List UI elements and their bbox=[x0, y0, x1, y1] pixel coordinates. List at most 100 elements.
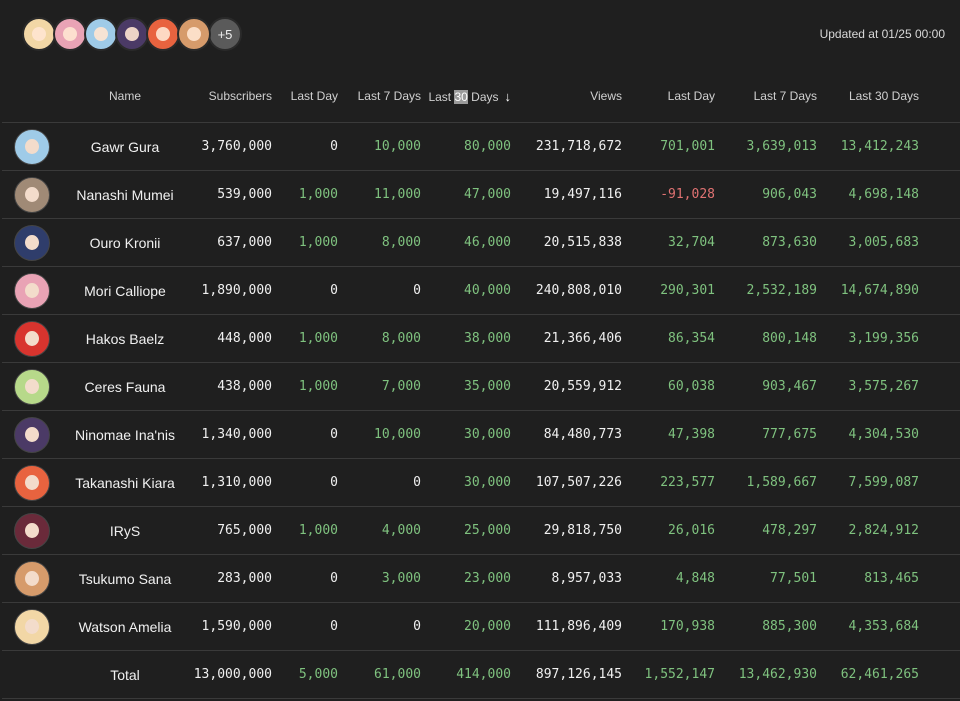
avatar[interactable] bbox=[177, 17, 211, 51]
view-last-7-days: 77,501 bbox=[715, 554, 817, 603]
avatar[interactable] bbox=[14, 560, 50, 597]
member-name[interactable]: Watson Amelia bbox=[62, 602, 188, 651]
avatar[interactable] bbox=[14, 272, 50, 309]
table-row[interactable]: Tsukumo Sana 283,000 0 3,000 23,000 8,957,033… bbox=[2, 554, 960, 603]
header-text: Days bbox=[467, 89, 499, 104]
total-subscribers: 13,000,000 bbox=[188, 650, 272, 699]
column-header-view-last-day[interactable]: Last Day bbox=[622, 70, 715, 123]
sub-last-30-days: 30,000 bbox=[421, 410, 511, 459]
member-name[interactable]: Mori Calliope bbox=[62, 266, 188, 315]
avatar-cell bbox=[2, 218, 62, 267]
member-name[interactable]: Ouro Kronii bbox=[62, 218, 188, 267]
member-name[interactable]: Tsukumo Sana bbox=[62, 554, 188, 603]
avatar[interactable] bbox=[14, 176, 50, 213]
view-last-30-days: 14,674,890 bbox=[817, 266, 919, 315]
view-last-7-days: 903,467 bbox=[715, 362, 817, 411]
member-name[interactable]: IRyS bbox=[62, 506, 188, 555]
view-last-7-days: 777,675 bbox=[715, 410, 817, 459]
avatar[interactable] bbox=[14, 224, 50, 261]
member-name[interactable]: Takanashi Kiara bbox=[62, 458, 188, 507]
column-header-sub-last-7-days[interactable]: Last 7 Days bbox=[338, 70, 421, 123]
views: 20,559,912 bbox=[511, 362, 622, 411]
subscribers: 283,000 bbox=[188, 554, 272, 603]
sub-last-30-days: 35,000 bbox=[421, 362, 511, 411]
avatar[interactable] bbox=[14, 128, 50, 165]
table-row[interactable]: Watson Amelia 1,590,000 0 0 20,000 111,896,40… bbox=[2, 602, 960, 651]
total-sub-last-day: 5,000 bbox=[272, 650, 338, 699]
member-name[interactable]: Hakos Baelz bbox=[62, 314, 188, 363]
total-row: Total 13,000,000 5,000 61,000 414,000 89… bbox=[2, 650, 960, 699]
table-row[interactable]: Mori Calliope 1,890,000 0 0 40,000 240,808,01… bbox=[2, 266, 960, 315]
table-header-row: Name Subscribers Last Day Last 7 Days La… bbox=[2, 70, 960, 123]
subscribers: 637,000 bbox=[188, 218, 272, 267]
view-last-7-days: 800,148 bbox=[715, 314, 817, 363]
view-last-30-days: 4,304,530 bbox=[817, 410, 919, 459]
avatar-cell bbox=[2, 122, 62, 171]
column-header-subscribers[interactable]: Subscribers bbox=[188, 70, 272, 123]
sub-last-day: 1,000 bbox=[272, 218, 338, 267]
table-row[interactable]: IRyS 765,000 1,000 4,000 25,000 29,818,750 26,… bbox=[2, 506, 960, 555]
avatar[interactable] bbox=[14, 512, 50, 549]
updated-timestamp: Updated at 01/25 00:00 bbox=[819, 27, 945, 41]
column-header-view-last-30-days[interactable]: Last 30 Days bbox=[817, 70, 919, 123]
column-header-sub-last-30-days[interactable]: Last 30 Days ↓ bbox=[421, 70, 511, 123]
member-name[interactable]: Ninomae Ina'nis bbox=[62, 410, 188, 459]
view-last-day: 47,398 bbox=[622, 410, 715, 459]
column-header-views[interactable]: Views bbox=[511, 70, 622, 123]
avatar[interactable] bbox=[146, 17, 180, 51]
column-header-sub-last-day[interactable]: Last Day bbox=[272, 70, 338, 123]
table-row[interactable]: Ceres Fauna 438,000 1,000 7,000 35,000 20,559… bbox=[2, 362, 960, 411]
view-last-7-days: 1,589,667 bbox=[715, 458, 817, 507]
sub-last-day: 0 bbox=[272, 458, 338, 507]
spacer bbox=[919, 554, 960, 603]
table-row[interactable]: Ninomae Ina'nis 1,340,000 0 10,000 30,000 84,… bbox=[2, 410, 960, 459]
sub-last-day: 1,000 bbox=[272, 314, 338, 363]
table-row[interactable]: Gawr Gura 3,760,000 0 10,000 80,000 231,718,6… bbox=[2, 122, 960, 171]
views: 20,515,838 bbox=[511, 218, 622, 267]
avatar[interactable] bbox=[14, 608, 50, 645]
sub-last-7-days: 8,000 bbox=[338, 314, 421, 363]
avatar[interactable] bbox=[14, 320, 50, 357]
member-name[interactable]: Nanashi Mumei bbox=[62, 170, 188, 219]
avatar[interactable] bbox=[53, 17, 87, 51]
member-name[interactable]: Gawr Gura bbox=[62, 122, 188, 171]
sub-last-7-days: 10,000 bbox=[338, 122, 421, 171]
table-row[interactable]: Ouro Kronii 637,000 1,000 8,000 46,000 20,515… bbox=[2, 218, 960, 267]
avatar-group: +5 bbox=[22, 17, 242, 51]
table-row[interactable]: Takanashi Kiara 1,310,000 0 0 30,000 107,507,… bbox=[2, 458, 960, 507]
table-row[interactable]: Nanashi Mumei 539,000 1,000 11,000 47,000 19,… bbox=[2, 170, 960, 219]
table-row[interactable]: Hakos Baelz 448,000 1,000 8,000 38,000 21,366… bbox=[2, 314, 960, 363]
spacer bbox=[919, 458, 960, 507]
total-avatar-cell bbox=[2, 650, 62, 699]
view-last-day: 4,848 bbox=[622, 554, 715, 603]
column-header-name[interactable]: Name bbox=[62, 70, 188, 123]
sort-descending-icon[interactable]: ↓ bbox=[505, 89, 512, 104]
avatar[interactable] bbox=[22, 17, 56, 51]
sub-last-day: 1,000 bbox=[272, 506, 338, 555]
views: 84,480,773 bbox=[511, 410, 622, 459]
view-last-7-days: 3,639,013 bbox=[715, 122, 817, 171]
views: 240,808,010 bbox=[511, 266, 622, 315]
avatar[interactable] bbox=[14, 464, 50, 501]
subscribers: 765,000 bbox=[188, 506, 272, 555]
avatar-cell bbox=[2, 170, 62, 219]
views: 29,818,750 bbox=[511, 506, 622, 555]
avatar[interactable] bbox=[115, 17, 149, 51]
sub-last-30-days: 20,000 bbox=[421, 602, 511, 651]
total-view-last-7-days: 13,462,930 bbox=[715, 650, 817, 699]
sub-last-7-days: 11,000 bbox=[338, 170, 421, 219]
avatar[interactable] bbox=[14, 368, 50, 405]
total-sub-last-30-days: 414,000 bbox=[421, 650, 511, 699]
view-last-day: 86,354 bbox=[622, 314, 715, 363]
stats-table: Name Subscribers Last Day Last 7 Days La… bbox=[2, 70, 960, 699]
subscribers: 539,000 bbox=[188, 170, 272, 219]
subscribers: 448,000 bbox=[188, 314, 272, 363]
member-name[interactable]: Ceres Fauna bbox=[62, 362, 188, 411]
column-header-view-last-7-days[interactable]: Last 7 Days bbox=[715, 70, 817, 123]
avatar[interactable] bbox=[14, 416, 50, 453]
sub-last-day: 1,000 bbox=[272, 362, 338, 411]
view-last-30-days: 813,465 bbox=[817, 554, 919, 603]
more-avatars-badge[interactable]: +5 bbox=[208, 17, 242, 51]
avatar[interactable] bbox=[84, 17, 118, 51]
total-label: Total bbox=[62, 650, 188, 699]
